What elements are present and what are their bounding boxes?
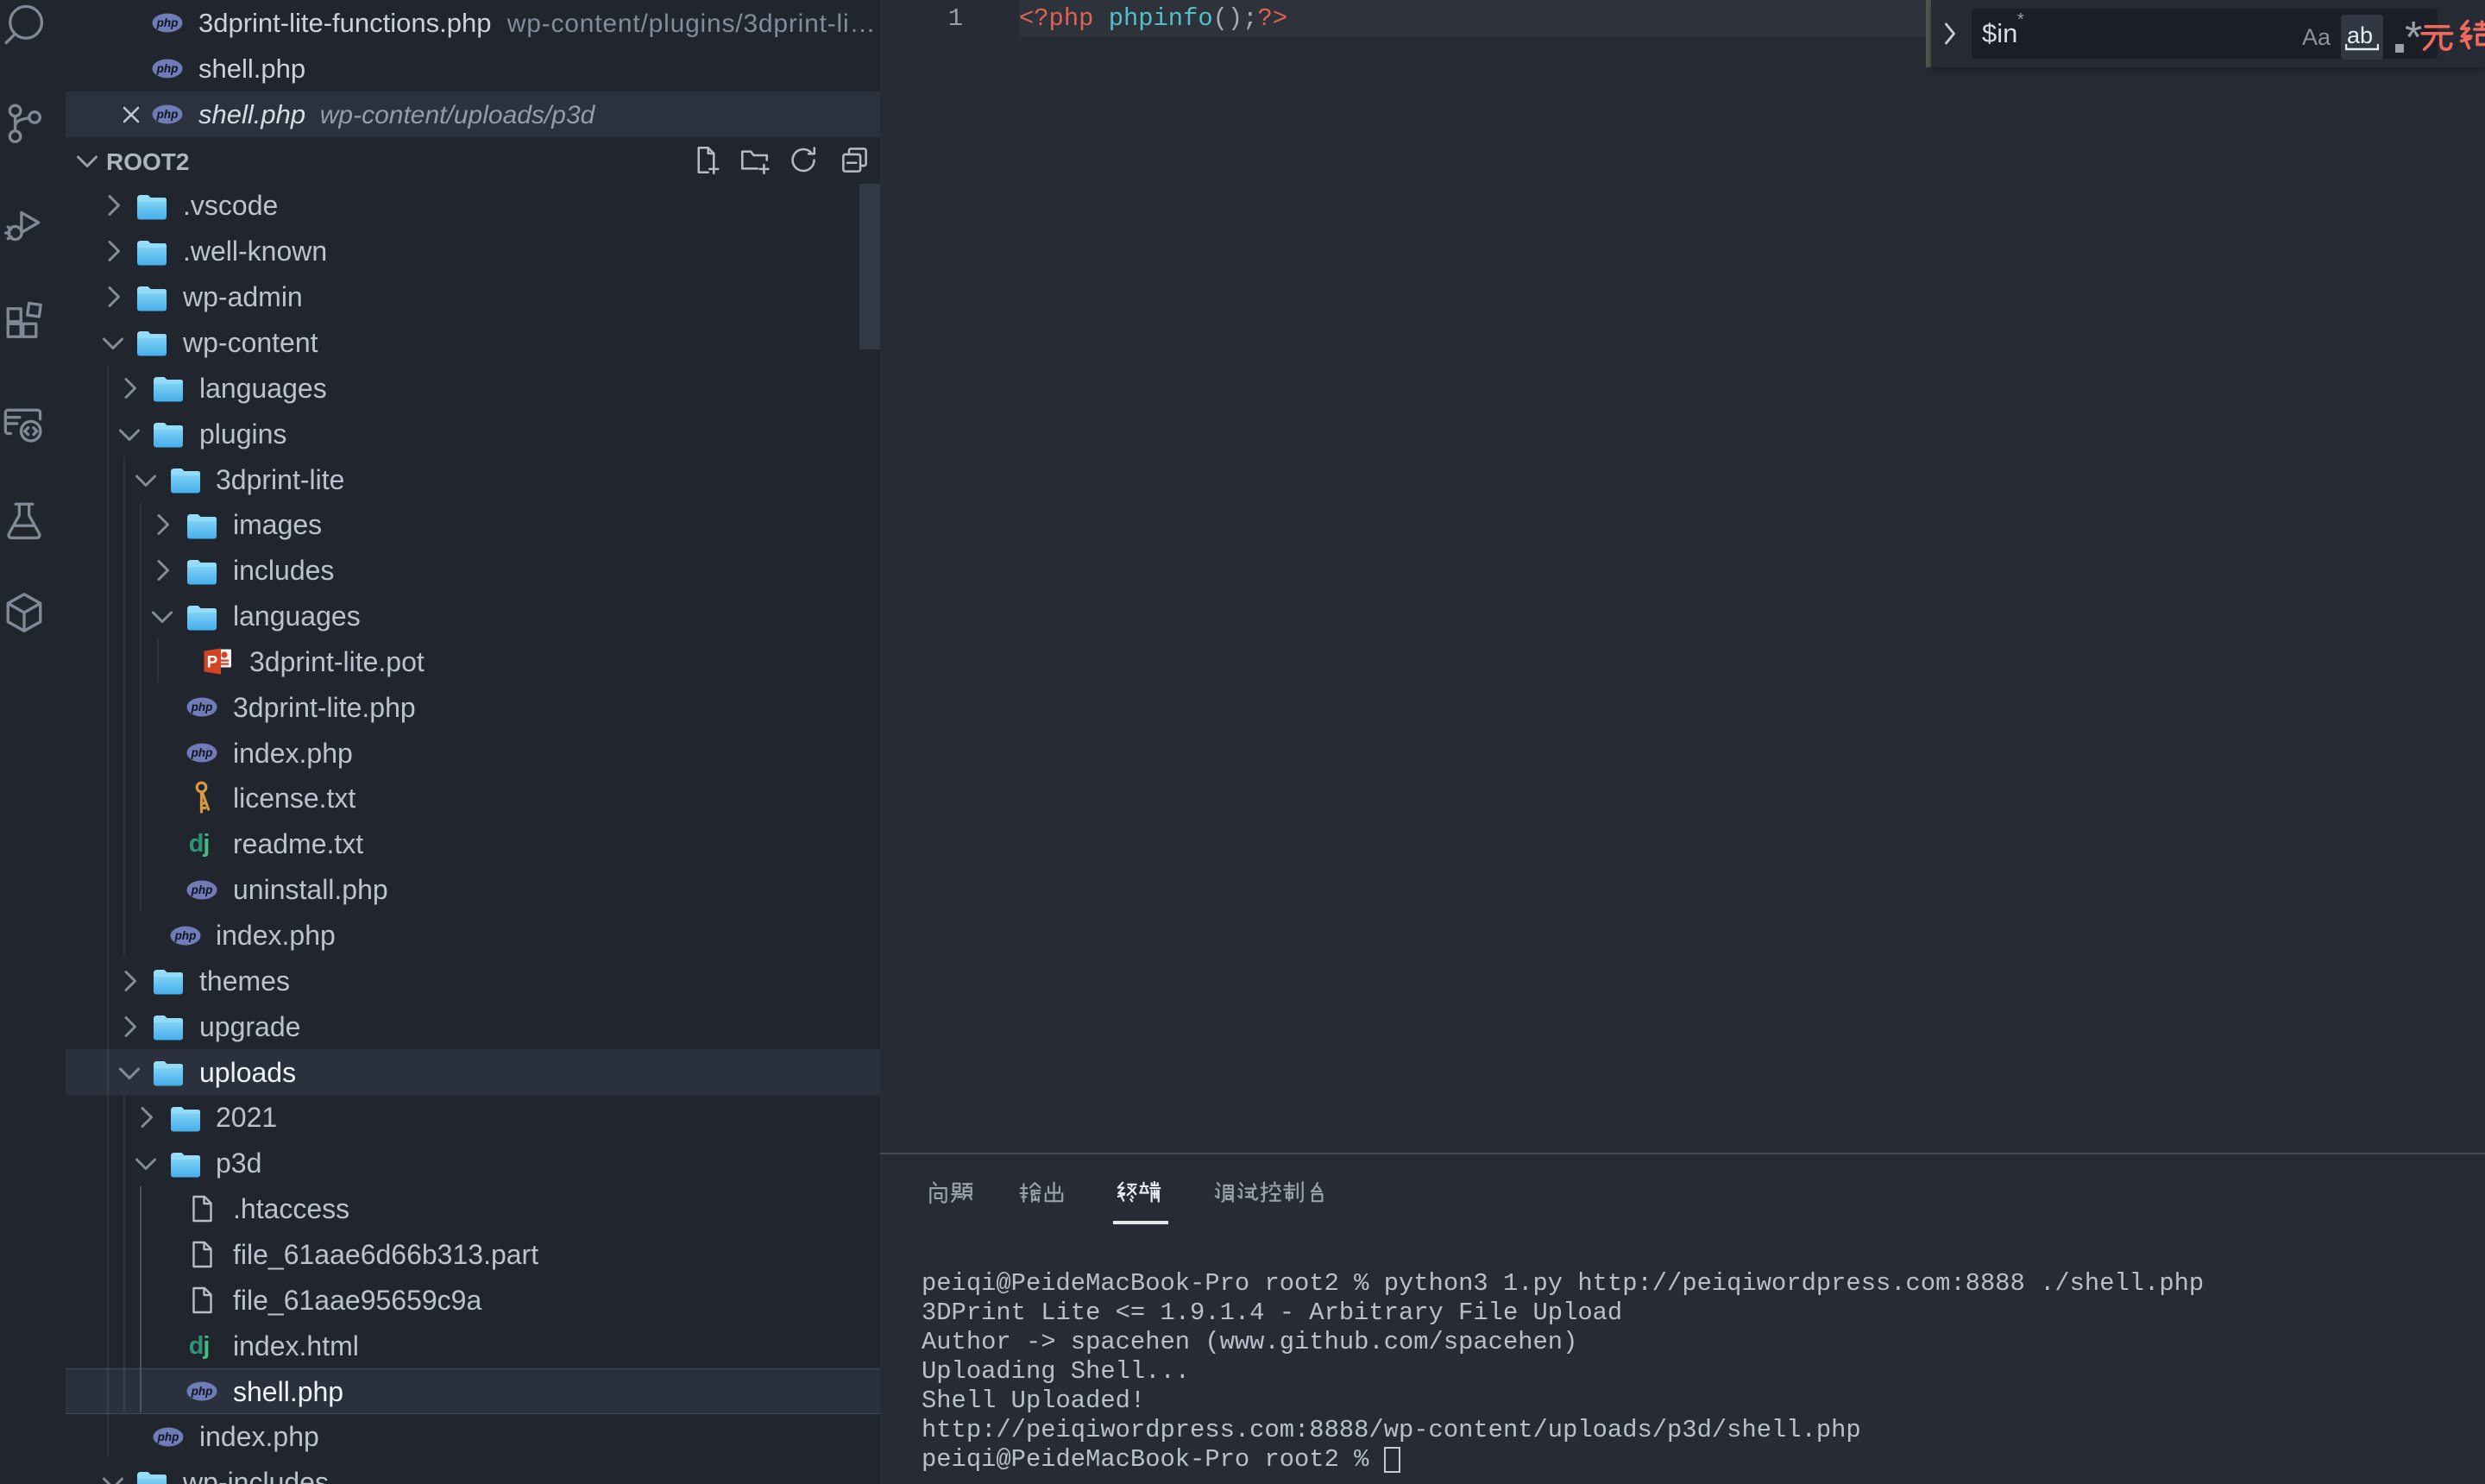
svg-text:php: php <box>190 1385 212 1398</box>
svg-text:php: php <box>156 16 179 29</box>
svg-text:php: php <box>190 701 212 714</box>
svg-text:php: php <box>156 62 179 75</box>
svg-text:php: php <box>190 746 212 759</box>
svg-text:php: php <box>173 929 196 942</box>
svg-text:php: php <box>190 883 212 896</box>
svg-text:P: P <box>207 654 218 672</box>
svg-text:php: php <box>157 1431 179 1443</box>
svg-text:php: php <box>156 108 179 121</box>
